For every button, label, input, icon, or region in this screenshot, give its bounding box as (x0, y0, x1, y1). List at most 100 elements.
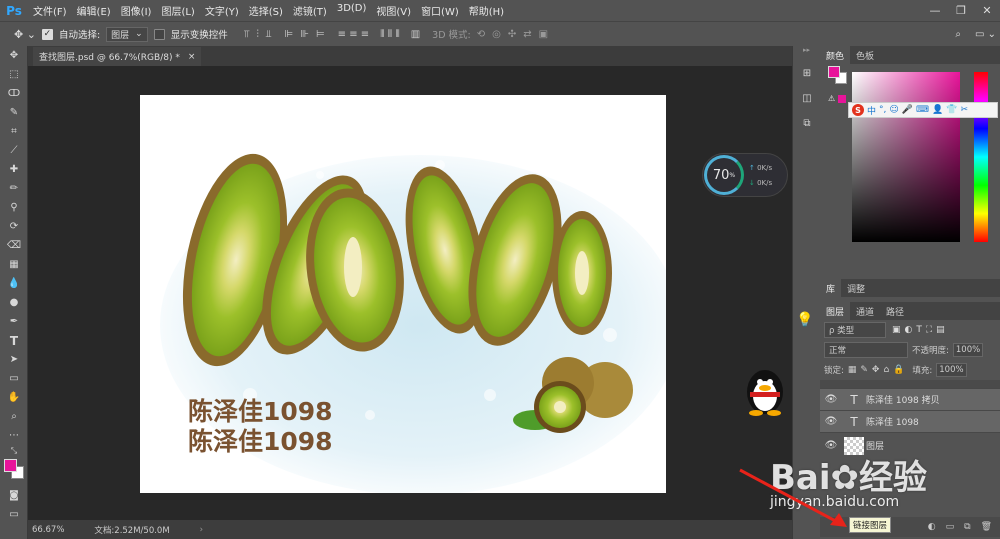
align-hcenter-icon: ⊪ (300, 28, 309, 40)
ime-toolbar[interactable]: S 中 °, ☺ 🎤 ⌨ 👤 👕 ✂ (848, 102, 998, 118)
color-panel: ⚠ S 中 °, ☺ 🎤 ⌨ 👤 👕 ✂ (820, 64, 1000, 279)
menu-item[interactable]: 滤镜(T) (288, 3, 332, 18)
menu-item[interactable]: 文字(Y) (200, 3, 244, 18)
blend-mode-dropdown[interactable]: 正常 (824, 342, 908, 358)
marquee-tool-icon[interactable]: ⬚ (0, 65, 28, 84)
quick-select-tool-icon[interactable]: ✎ (0, 103, 28, 122)
tab-layers[interactable]: 图层 (820, 302, 851, 320)
move-tool-icon[interactable]: ✥ ⌄ (14, 28, 36, 41)
workspace-icon[interactable]: ▭ ⌄ (975, 29, 996, 40)
show-transform-checkbox[interactable] (153, 28, 165, 40)
properties-panel-icon[interactable]: ◫ (793, 89, 821, 108)
menu-item[interactable]: 选择(S) (244, 3, 288, 18)
visibility-eye-icon[interactable]: 👁 (820, 394, 842, 405)
distribute-icon: ≡ ≡ ≡ (337, 28, 370, 40)
pen-tool-icon[interactable]: ✒ (0, 312, 28, 331)
zoom-readout[interactable]: 66.67% (32, 525, 64, 535)
more-tools-icon[interactable]: ⋯ (0, 426, 28, 445)
minimize-icon[interactable]: — (922, 0, 948, 21)
swap-colors-icon[interactable]: ⤡ (0, 445, 28, 457)
network-meter-gauge: 70% (704, 155, 744, 195)
hand-tool-icon[interactable]: ✋ (0, 388, 28, 407)
zoom-tool-icon[interactable]: ⌕ (0, 407, 28, 426)
close-icon[interactable]: ✕ (974, 0, 1000, 21)
tab-libraries[interactable]: 库 (820, 279, 842, 297)
layer-kind-filter[interactable]: ρ 类型 (824, 322, 886, 338)
quick-mask-icon[interactable]: ◙ (0, 486, 28, 505)
gradient-tool-icon[interactable]: ▦ (0, 255, 28, 274)
delete-layer-icon[interactable]: 🗑 (981, 522, 992, 532)
layer-filter-icons[interactable]: ▣◐T⛶▤ (892, 325, 949, 335)
lock-icons[interactable]: ▦✎✥⌂🔒 (848, 365, 909, 375)
document-tab-close-icon[interactable]: × (188, 52, 196, 62)
dodge-tool-icon[interactable]: ● (0, 293, 28, 312)
menu-item[interactable]: 图层(L) (156, 3, 199, 18)
eraser-tool-icon[interactable]: ⌫ (0, 236, 28, 255)
brush-tool-icon[interactable]: ✏ (0, 179, 28, 198)
screen-mode-icon[interactable]: ▭ (0, 505, 28, 524)
restore-icon[interactable]: ❐ (948, 0, 974, 21)
fill-input[interactable]: 100% (936, 363, 967, 377)
document-tab[interactable]: 查找图层.psd @ 66.7%(RGB/8) * × (33, 47, 202, 66)
history-panel-icon[interactable]: ⊞ (793, 64, 821, 83)
align-right-icon: ⊨ (315, 28, 325, 40)
tab-color[interactable]: 颜色 (820, 46, 851, 64)
layer-row-text[interactable]: 👁 T 陈泽佳 1098 (820, 410, 1000, 432)
menu-item[interactable]: 视图(V) (371, 3, 416, 18)
stamp-tool-icon[interactable]: ⚲ (0, 198, 28, 217)
auto-select-label: 自动选择: (58, 30, 101, 41)
color-swatches[interactable] (0, 457, 28, 483)
status-arrow-icon[interactable]: › (200, 525, 203, 535)
blur-tool-icon[interactable]: 💧 (0, 274, 28, 293)
network-meter-widget[interactable]: 70% ↑ 0K/s ↓ 0K/s (702, 153, 788, 197)
opacity-input[interactable]: 100% (952, 343, 984, 357)
menu-item[interactable]: 文件(F) (28, 3, 72, 18)
hue-slider[interactable] (974, 72, 988, 242)
color-panel-foreground[interactable] (828, 66, 840, 78)
menu-item[interactable]: 帮助(H) (464, 3, 509, 18)
align-left-icon: ⊫ (284, 28, 294, 40)
doc-info: 文档:2.52M/50.0M (94, 525, 170, 536)
move-tool-icon[interactable]: ✥ (0, 46, 28, 65)
kiwi-letter-i2 (552, 211, 612, 335)
history-brush-icon[interactable]: ⟳ (0, 217, 28, 236)
layers-panel-tabs: 图层 通道 路径 (820, 302, 1000, 320)
document-canvas[interactable]: 陈泽佳1098 陈泽佳1098 (140, 95, 666, 493)
layer-row-text-copy[interactable]: 👁 T 陈泽佳 1098 拷贝 (820, 388, 1000, 410)
tab-paths[interactable]: 路径 (880, 302, 910, 320)
3d-mode-icons[interactable]: ⟲ ◎ ✣ ⇄ ▣ (477, 29, 548, 40)
qq-penguin-icon[interactable] (736, 360, 794, 416)
menu-item[interactable]: 3D(D) (332, 3, 372, 18)
new-group-icon[interactable]: ▭ (946, 522, 955, 532)
auto-select-checkbox[interactable]: ✓ (41, 28, 53, 40)
adjustment-layer-icon[interactable]: ◐ (928, 522, 936, 532)
brush-panel-icon[interactable]: ⧉ (793, 114, 821, 133)
menu-item[interactable]: 图像(I) (116, 3, 157, 18)
new-layer-icon[interactable]: ⧉ (964, 522, 970, 532)
tab-adjustments[interactable]: 调整 (841, 279, 871, 297)
tab-channels[interactable]: 通道 (850, 302, 880, 320)
crop-tool-icon[interactable]: ⌗ (0, 122, 28, 141)
download-speed: ↓ 0K/s (749, 179, 773, 187)
lightbulb-icon[interactable]: 💡 (796, 312, 813, 328)
canvas-text-line-2: 陈泽佳1098 (188, 427, 333, 456)
healing-tool-icon[interactable]: ✚ (0, 160, 28, 179)
tools-panel: ✥ ⬚ ↀ ✎ ⌗ ⟋ ✚ ✏ ⚲ ⟳ ⌫ ▦ 💧 ● ✒ T ➤ ▭ ✋ ⌕ … (0, 46, 28, 539)
foreground-color-swatch[interactable] (4, 459, 17, 472)
show-transform-label: 显示变换控件 (170, 30, 228, 41)
visibility-eye-icon[interactable]: 👁 (820, 416, 842, 427)
lock-row: 锁定: ▦✎✥⌂🔒 填充: 100% (820, 360, 1000, 380)
menu-item[interactable]: 编辑(E) (72, 3, 116, 18)
auto-select-dropdown[interactable]: 图层 ⌄ (106, 26, 148, 42)
type-tool-icon[interactable]: T (0, 331, 28, 350)
search-icon[interactable]: ⌕ (955, 29, 961, 40)
opacity-label: 不透明度: (912, 346, 949, 356)
path-select-tool-icon[interactable]: ➤ (0, 350, 28, 369)
color-field[interactable] (852, 72, 960, 242)
lasso-tool-icon[interactable]: ↀ (0, 84, 28, 103)
shape-tool-icon[interactable]: ▭ (0, 369, 28, 388)
tab-swatches[interactable]: 色板 (850, 46, 880, 64)
align-buttons[interactable]: ⫪ ⫶ ⫫ ⊫ ⊪ ⊨ ≡ ≡ ≡ ⦀ ⦀ ⦀ ▥ (244, 29, 420, 40)
menu-item[interactable]: 窗口(W) (416, 3, 464, 18)
eyedropper-tool-icon[interactable]: ⟋ (0, 141, 28, 160)
